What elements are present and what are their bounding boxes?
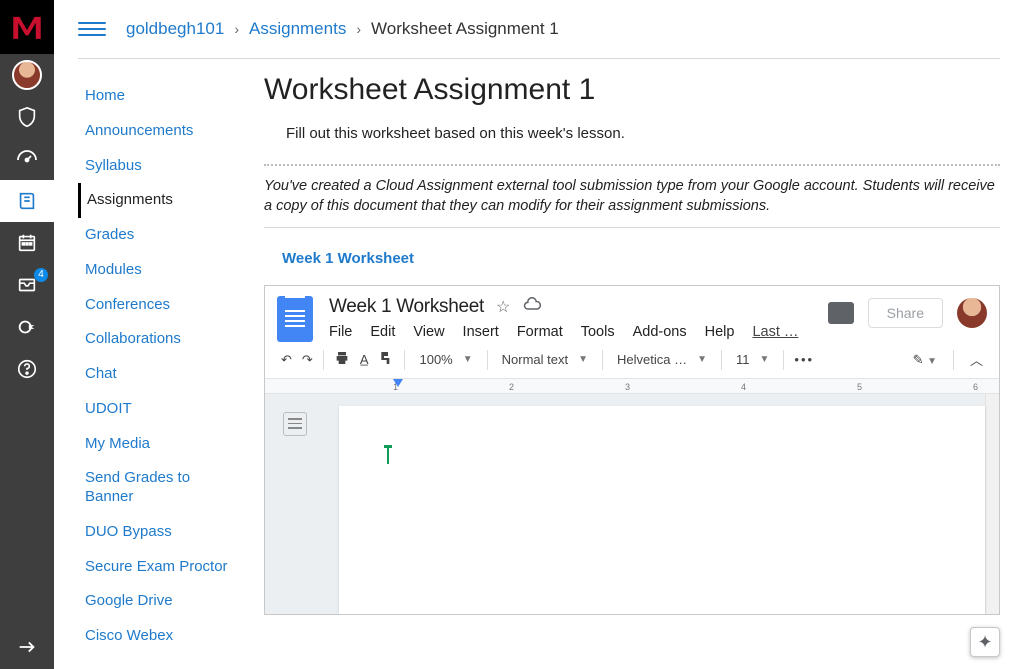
google-docs-icon[interactable] [277, 296, 313, 342]
ruler-tick: 3 [625, 382, 630, 392]
chevron-right-icon: › [234, 21, 239, 37]
cloud-assignment-note: You've created a Cloud Assignment extern… [264, 176, 1000, 217]
document-link[interactable]: Week 1 Worksheet [282, 250, 414, 267]
nav-item-assignments[interactable]: Assignments [78, 183, 238, 218]
explore-fab[interactable]: ✦ [970, 627, 1000, 657]
nav-item-grades[interactable]: Grades [78, 218, 238, 253]
breadcrumb: goldbegh101 › Assignments › Worksheet As… [126, 19, 559, 39]
inbox-badge: 4 [34, 268, 48, 282]
ruler-tick: 4 [741, 382, 746, 392]
dashboard-icon[interactable] [0, 138, 54, 180]
nav-item-conferences[interactable]: Conferences [78, 288, 238, 323]
hamburger-icon[interactable] [78, 15, 106, 43]
ruler-tick: 1 [393, 382, 398, 392]
nav-item-udoit[interactable]: UDOIT [78, 392, 238, 427]
menu-edit[interactable]: Edit [370, 324, 395, 340]
doc-title[interactable]: Week 1 Worksheet [329, 296, 484, 318]
nav-item-home[interactable]: Home [78, 79, 238, 114]
redo-icon[interactable]: ↷ [302, 352, 313, 368]
nav-item-announcements[interactable]: Announcements [78, 114, 238, 149]
google-doc-frame: Week 1 Worksheet ☆ File Edit View Insert For… [264, 285, 1000, 615]
account-avatar[interactable] [0, 54, 54, 96]
nav-item-collaborations[interactable]: Collaborations [78, 322, 238, 357]
style-dropdown[interactable]: Normal text▼ [498, 350, 592, 369]
breadcrumb-section[interactable]: Assignments [249, 19, 346, 39]
breadcrumb-page: Worksheet Assignment 1 [371, 19, 559, 39]
doc-menu-bar: File Edit View Insert Format Tools Add-ons Help… [329, 324, 798, 340]
menu-help[interactable]: Help [705, 324, 735, 340]
course-nav: HomeAnnouncementsSyllabusAssignmentsGrad… [78, 69, 238, 669]
nav-item-my-media[interactable]: My Media [78, 427, 238, 462]
menu-addons[interactable]: Add-ons [633, 324, 687, 340]
edit-mode-icon[interactable]: ✎ ▼ [913, 352, 937, 368]
doc-toolbar: ↶ ↷ A̲ 100%▼ Normal text▼ [265, 342, 999, 378]
menu-view[interactable]: View [413, 324, 444, 340]
nav-item-syllabus[interactable]: Syllabus [78, 149, 238, 184]
collapse-nav-icon[interactable] [0, 625, 54, 669]
ruler-tick: 6 [973, 382, 978, 392]
undo-icon[interactable]: ↶ [281, 352, 292, 368]
nav-item-send-grades-to-banner[interactable]: Send Grades to Banner [78, 461, 238, 515]
nav-item-secure-exam-proctor[interactable]: Secure Exam Proctor [78, 550, 238, 585]
ruler-tick: 5 [857, 382, 862, 392]
ruler-tick: 2 [509, 382, 514, 392]
assignment-description: Fill out this worksheet based on this we… [286, 125, 1000, 142]
collapse-toolbar-icon[interactable]: ︿ [970, 350, 983, 369]
star-icon[interactable]: ☆ [496, 297, 510, 317]
text-cursor [387, 448, 389, 464]
menu-insert[interactable]: Insert [463, 324, 499, 340]
menu-tools[interactable]: Tools [581, 324, 615, 340]
outline-icon[interactable] [283, 412, 307, 436]
ruler[interactable]: 1 2 3 4 5 6 [265, 378, 999, 394]
nav-item-google-drive[interactable]: Google Drive [78, 584, 238, 619]
institution-logo[interactable] [0, 0, 54, 54]
global-nav-rail: 4 [0, 0, 54, 669]
courses-icon[interactable] [0, 180, 54, 222]
document-page[interactable] [339, 406, 985, 614]
calendar-icon[interactable] [0, 222, 54, 264]
spellcheck-icon[interactable]: A̲ [360, 352, 369, 367]
chevron-right-icon: › [356, 21, 361, 37]
inbox-icon[interactable]: 4 [0, 264, 54, 306]
breadcrumb-course[interactable]: goldbegh101 [126, 19, 224, 39]
paint-format-icon[interactable] [378, 350, 394, 369]
menu-last[interactable]: Last … [752, 324, 798, 340]
user-avatar[interactable] [957, 298, 987, 328]
nav-item-cisco-webex[interactable]: Cisco Webex [78, 619, 238, 654]
more-icon[interactable]: ••• [794, 352, 814, 367]
nav-item-duo-bypass[interactable]: DUO Bypass [78, 515, 238, 550]
zoom-dropdown[interactable]: 100%▼ [415, 350, 476, 369]
share-button[interactable]: Share [868, 298, 943, 328]
menu-file[interactable]: File [329, 324, 352, 340]
nav-item-modules[interactable]: Modules [78, 253, 238, 288]
admin-icon[interactable] [0, 96, 54, 138]
cloud-icon[interactable] [522, 297, 542, 316]
page-title: Worksheet Assignment 1 [264, 73, 1000, 107]
commons-icon[interactable] [0, 306, 54, 348]
nav-item-chat[interactable]: Chat [78, 357, 238, 392]
font-dropdown[interactable]: Helvetica …▼ [613, 350, 711, 369]
menu-format[interactable]: Format [517, 324, 563, 340]
help-icon[interactable] [0, 348, 54, 390]
print-icon[interactable] [334, 350, 350, 369]
font-size-dropdown[interactable]: 11▼ [732, 350, 773, 369]
scrollbar[interactable] [985, 394, 999, 614]
comments-icon[interactable] [828, 302, 854, 324]
